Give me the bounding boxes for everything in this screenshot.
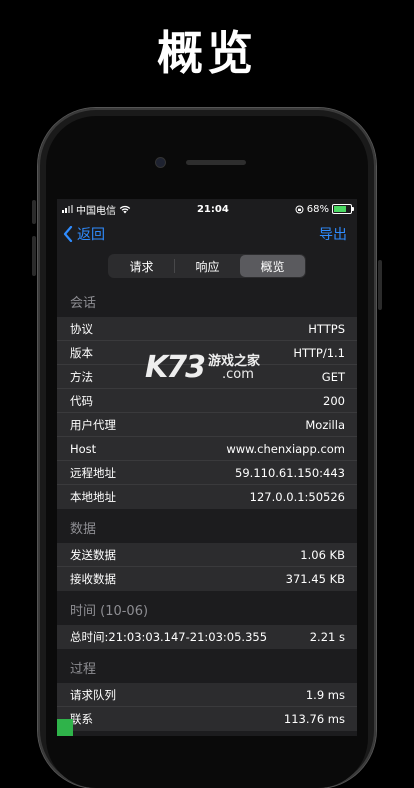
table-row[interactable]: 接收数据 371.45 KB [57, 567, 357, 591]
page-banner: 概览 [0, 0, 414, 100]
row-key: 本地地址 [70, 490, 116, 504]
back-label: 返回 [77, 227, 105, 243]
row-key: 代码 [70, 393, 93, 408]
row-key: 版本 [70, 345, 93, 360]
row-value: HTTPS [308, 321, 345, 336]
carrier-label: 中国电信 [76, 205, 116, 217]
row-value: Mozilla [305, 417, 345, 432]
table-row[interactable]: 远程地址 59.110.61.150:443 [57, 461, 357, 485]
status-time: 21:04 [196, 203, 229, 215]
speaker-grille [186, 160, 246, 165]
row-value: 113.76 ms [283, 712, 345, 726]
row-value: HTTP/1.1 [293, 345, 345, 360]
row-value: 1.9 ms [305, 687, 345, 702]
process-list: 请求队列 1.9 ms 联系 113.76 ms [57, 683, 357, 731]
row-key: Host [70, 441, 97, 456]
wifi-icon [119, 205, 131, 213]
app-screen: 中国电信 21:04 68% 返回 导出 请求 响应 概览 会话 协议 HTTPS… [57, 199, 357, 736]
row-key: 发送数据 [70, 547, 116, 562]
session-list: 协议 HTTPS 版本 HTTP/1.1 方法 GET 代码 200 用户代理 Mozil… [57, 317, 357, 509]
table-row[interactable]: 总时间:21:03:03.147-21:03:05.355 2.21 s [57, 625, 357, 649]
row-value: 371.45 KB [285, 572, 345, 586]
tab-response[interactable]: 响应 [175, 255, 240, 277]
orientation-lock-icon [295, 205, 304, 213]
table-row[interactable]: 联系 113.76 ms [57, 707, 357, 731]
volume-button [32, 236, 36, 276]
back-button[interactable]: 返回 [63, 224, 105, 244]
table-row[interactable]: 用户代理 Mozilla [57, 413, 357, 437]
section-header-session: 会话 [70, 296, 97, 311]
row-value: 200 [323, 393, 345, 408]
row-key: 远程地址 [70, 465, 116, 480]
export-button[interactable]: 导出 [319, 224, 347, 244]
row-value: GET [321, 369, 345, 384]
banner-title: 概览 [157, 26, 257, 80]
row-key: 接收数据 [70, 572, 116, 586]
status-bar: 中国电信 21:04 68% [57, 199, 357, 219]
tab-request[interactable]: 请求 [109, 255, 174, 277]
row-value: 1.06 KB [300, 547, 345, 562]
table-row[interactable]: 请求队列 1.9 ms [57, 683, 357, 707]
table-row[interactable]: Host www.chenxiapp.com [57, 437, 357, 461]
battery-icon [331, 204, 354, 214]
section-header-data: 数据 [70, 522, 97, 537]
section-header-process: 过程 [70, 662, 97, 677]
time-list: 总时间:21:03:03.147-21:03:05.355 2.21 s [57, 625, 357, 649]
signal-icon [62, 205, 73, 213]
volume-button [32, 200, 36, 224]
power-button [378, 260, 382, 310]
chevron-left-icon [63, 226, 73, 242]
camera-icon [156, 158, 165, 167]
row-value: 127.0.0.1:50526 [249, 490, 345, 504]
table-row[interactable]: 方法 GET [57, 365, 357, 389]
table-row[interactable]: 发送数据 1.06 KB [57, 543, 357, 567]
data-list: 发送数据 1.06 KB 接收数据 371.45 KB [57, 543, 357, 591]
row-key: 联系 [70, 712, 93, 726]
battery-percent: 68% [306, 203, 329, 215]
row-key: 总时间:21:03:03.147-21:03:05.355 [70, 630, 268, 644]
nav-bar: 返回 导出 [57, 219, 357, 249]
tab-overview[interactable]: 概览 [240, 255, 305, 277]
row-value: 59.110.61.150:443 [235, 465, 345, 480]
row-value: www.chenxiapp.com [226, 441, 345, 456]
row-key: 协议 [70, 321, 93, 336]
row-value: 2.21 s [309, 630, 345, 644]
row-key: 方法 [70, 369, 93, 384]
row-key: 用户代理 [70, 417, 116, 432]
table-row[interactable]: 版本 HTTP/1.1 [57, 341, 357, 365]
segmented-control: 请求 响应 概览 [108, 254, 306, 278]
table-row[interactable]: 协议 HTTPS [57, 317, 357, 341]
section-header-time: 时间 (10-06) [70, 604, 149, 619]
table-row[interactable]: 代码 200 [57, 389, 357, 413]
table-row[interactable]: 本地地址 127.0.0.1:50526 [57, 485, 357, 509]
green-corner-marker [57, 719, 73, 736]
segmented-control-wrap: 请求 响应 概览 [57, 249, 357, 283]
row-key: 请求队列 [70, 687, 116, 702]
